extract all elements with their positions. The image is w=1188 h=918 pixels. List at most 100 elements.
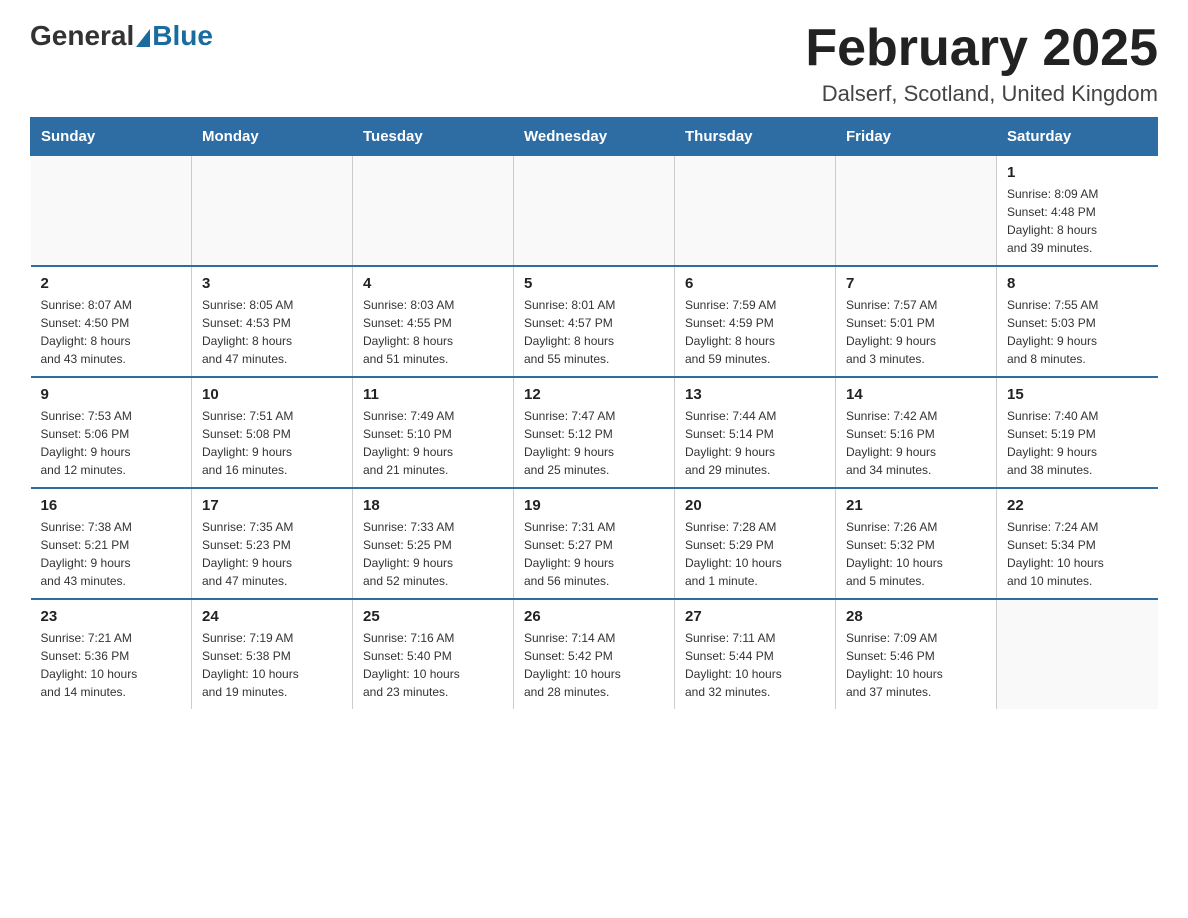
day-number: 3: [202, 275, 342, 292]
day-info: Sunrise: 7:09 AM Sunset: 5:46 PM Dayligh…: [846, 629, 986, 701]
calendar-cell: 21 Sunrise: 7:26 AM Sunset: 5:32 PM Dayli…: [836, 488, 997, 599]
day-number: 13: [685, 386, 825, 403]
calendar-cell: [514, 156, 675, 267]
calendar-header: Sunday Monday Tuesday Wednesday Thursday…: [31, 118, 1158, 156]
header-saturday: Saturday: [997, 118, 1158, 156]
day-info: Sunrise: 7:24 AM Sunset: 5:34 PM Dayligh…: [1007, 518, 1148, 590]
calendar-cell: 23 Sunrise: 7:21 AM Sunset: 5:36 PM Dayli…: [31, 599, 192, 709]
calendar-cell: 5 Sunrise: 8:01 AM Sunset: 4:57 PM Daylig…: [514, 266, 675, 377]
calendar-cell: [836, 156, 997, 267]
calendar-cell: 3 Sunrise: 8:05 AM Sunset: 4:53 PM Daylig…: [192, 266, 353, 377]
day-number: 20: [685, 497, 825, 514]
day-info: Sunrise: 7:57 AM Sunset: 5:01 PM Dayligh…: [846, 296, 986, 368]
day-info: Sunrise: 7:49 AM Sunset: 5:10 PM Dayligh…: [363, 407, 503, 479]
calendar-cell: 27Sunrise: 7:11 AM Sunset: 5:44 PM Dayli…: [675, 599, 836, 709]
day-info: Sunrise: 7:33 AM Sunset: 5:25 PM Dayligh…: [363, 518, 503, 590]
day-number: 22: [1007, 497, 1148, 514]
calendar-cell: [997, 599, 1158, 709]
day-info: Sunrise: 7:14 AM Sunset: 5:42 PM Dayligh…: [524, 629, 664, 701]
day-info: Sunrise: 7:16 AM Sunset: 5:40 PM Dayligh…: [363, 629, 503, 701]
day-info: Sunrise: 8:07 AM Sunset: 4:50 PM Dayligh…: [41, 296, 182, 368]
day-info: Sunrise: 7:47 AM Sunset: 5:12 PM Dayligh…: [524, 407, 664, 479]
day-info: Sunrise: 8:01 AM Sunset: 4:57 PM Dayligh…: [524, 296, 664, 368]
day-info: Sunrise: 8:05 AM Sunset: 4:53 PM Dayligh…: [202, 296, 342, 368]
calendar-cell: 12 Sunrise: 7:47 AM Sunset: 5:12 PM Dayli…: [514, 377, 675, 488]
calendar-cell: 18 Sunrise: 7:33 AM Sunset: 5:25 PM Dayli…: [353, 488, 514, 599]
calendar-week-row: 23 Sunrise: 7:21 AM Sunset: 5:36 PM Dayli…: [31, 599, 1158, 709]
day-number: 16: [41, 497, 182, 514]
calendar-cell: 6 Sunrise: 7:59 AM Sunset: 4:59 PM Daylig…: [675, 266, 836, 377]
day-number: 18: [363, 497, 503, 514]
day-number: 2: [41, 275, 182, 292]
day-number: 10: [202, 386, 342, 403]
day-info: Sunrise: 7:59 AM Sunset: 4:59 PM Dayligh…: [685, 296, 825, 368]
calendar-cell: 17 Sunrise: 7:35 AM Sunset: 5:23 PM Dayli…: [192, 488, 353, 599]
day-number: 21: [846, 497, 986, 514]
day-number: 23: [41, 608, 182, 625]
day-number: 9: [41, 386, 182, 403]
calendar-cell: 26Sunrise: 7:14 AM Sunset: 5:42 PM Dayli…: [514, 599, 675, 709]
day-info: Sunrise: 7:26 AM Sunset: 5:32 PM Dayligh…: [846, 518, 986, 590]
day-info: Sunrise: 7:35 AM Sunset: 5:23 PM Dayligh…: [202, 518, 342, 590]
calendar-week-row: 16 Sunrise: 7:38 AM Sunset: 5:21 PM Dayli…: [31, 488, 1158, 599]
calendar-cell: [353, 156, 514, 267]
day-number: 12: [524, 386, 664, 403]
day-number: 14: [846, 386, 986, 403]
day-number: 25: [363, 608, 503, 625]
calendar-cell: [31, 156, 192, 267]
day-number: 11: [363, 386, 503, 403]
calendar-cell: 20 Sunrise: 7:28 AM Sunset: 5:29 PM Dayli…: [675, 488, 836, 599]
day-info: Sunrise: 7:40 AM Sunset: 5:19 PM Dayligh…: [1007, 407, 1148, 479]
day-number: 6: [685, 275, 825, 292]
calendar-cell: 14 Sunrise: 7:42 AM Sunset: 5:16 PM Dayli…: [836, 377, 997, 488]
day-number: 1: [1007, 164, 1148, 181]
day-number: 19: [524, 497, 664, 514]
title-section: February 2025 Dalserf, Scotland, United …: [805, 20, 1158, 107]
calendar-cell: 22 Sunrise: 7:24 AM Sunset: 5:34 PM Dayli…: [997, 488, 1158, 599]
calendar-week-row: 2 Sunrise: 8:07 AM Sunset: 4:50 PM Daylig…: [31, 266, 1158, 377]
day-info: Sunrise: 7:44 AM Sunset: 5:14 PM Dayligh…: [685, 407, 825, 479]
day-info: Sunrise: 7:55 AM Sunset: 5:03 PM Dayligh…: [1007, 296, 1148, 368]
header-sunday: Sunday: [31, 118, 192, 156]
calendar-week-row: 9Sunrise: 7:53 AM Sunset: 5:06 PM Daylig…: [31, 377, 1158, 488]
header-thursday: Thursday: [675, 118, 836, 156]
calendar-cell: 2 Sunrise: 8:07 AM Sunset: 4:50 PM Daylig…: [31, 266, 192, 377]
calendar-cell: 9Sunrise: 7:53 AM Sunset: 5:06 PM Daylig…: [31, 377, 192, 488]
header-wednesday: Wednesday: [514, 118, 675, 156]
day-number: 28: [846, 608, 986, 625]
day-number: 15: [1007, 386, 1148, 403]
day-info: Sunrise: 7:31 AM Sunset: 5:27 PM Dayligh…: [524, 518, 664, 590]
page-subtitle: Dalserf, Scotland, United Kingdom: [805, 81, 1158, 107]
page-title: February 2025: [805, 20, 1158, 77]
calendar-cell: 25 Sunrise: 7:16 AM Sunset: 5:40 PM Dayli…: [353, 599, 514, 709]
logo-blue-text: Blue: [152, 20, 213, 52]
header-friday: Friday: [836, 118, 997, 156]
day-number: 5: [524, 275, 664, 292]
calendar-cell: 15 Sunrise: 7:40 AM Sunset: 5:19 PM Dayli…: [997, 377, 1158, 488]
calendar-cell: 19 Sunrise: 7:31 AM Sunset: 5:27 PM Dayli…: [514, 488, 675, 599]
calendar-cell: 4 Sunrise: 8:03 AM Sunset: 4:55 PM Daylig…: [353, 266, 514, 377]
day-info: Sunrise: 7:42 AM Sunset: 5:16 PM Dayligh…: [846, 407, 986, 479]
day-number: 8: [1007, 275, 1148, 292]
day-number: 17: [202, 497, 342, 514]
calendar-cell: [675, 156, 836, 267]
calendar-cell: 1Sunrise: 8:09 AM Sunset: 4:48 PM Daylig…: [997, 156, 1158, 267]
day-number: 24: [202, 608, 342, 625]
calendar-cell: 8 Sunrise: 7:55 AM Sunset: 5:03 PM Daylig…: [997, 266, 1158, 377]
day-info: Sunrise: 8:03 AM Sunset: 4:55 PM Dayligh…: [363, 296, 503, 368]
calendar-cell: 24 Sunrise: 7:19 AM Sunset: 5:38 PM Dayli…: [192, 599, 353, 709]
calendar-cell: [192, 156, 353, 267]
day-info: Sunrise: 7:21 AM Sunset: 5:36 PM Dayligh…: [41, 629, 182, 701]
calendar-week-row: 1Sunrise: 8:09 AM Sunset: 4:48 PM Daylig…: [31, 156, 1158, 267]
logo-triangle-icon: [136, 29, 150, 47]
calendar-table: Sunday Monday Tuesday Wednesday Thursday…: [30, 117, 1158, 709]
day-number: 4: [363, 275, 503, 292]
day-info: Sunrise: 7:28 AM Sunset: 5:29 PM Dayligh…: [685, 518, 825, 590]
calendar-cell: 11 Sunrise: 7:49 AM Sunset: 5:10 PM Dayli…: [353, 377, 514, 488]
day-number: 27: [685, 608, 825, 625]
day-info: Sunrise: 7:19 AM Sunset: 5:38 PM Dayligh…: [202, 629, 342, 701]
calendar-cell: 13 Sunrise: 7:44 AM Sunset: 5:14 PM Dayli…: [675, 377, 836, 488]
day-info: Sunrise: 7:38 AM Sunset: 5:21 PM Dayligh…: [41, 518, 182, 590]
calendar-cell: 16 Sunrise: 7:38 AM Sunset: 5:21 PM Dayli…: [31, 488, 192, 599]
logo-general-text: General: [30, 20, 134, 52]
